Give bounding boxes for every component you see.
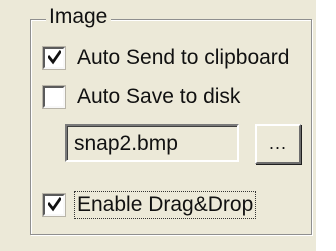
browse-button[interactable]: ...	[255, 124, 301, 164]
right-margin	[316, 0, 336, 251]
auto-send-option[interactable]: Auto Send to clipboard	[43, 43, 289, 73]
file-name-value: snap2.bmp	[74, 132, 178, 155]
auto-save-label: Auto Save to disk	[77, 85, 241, 108]
file-name-field[interactable]: snap2.bmp	[65, 124, 239, 162]
image-group-title: Image	[46, 4, 112, 29]
checkmark-icon	[48, 197, 61, 212]
auto-send-label: Auto Send to clipboard	[77, 46, 290, 69]
auto-send-checkbox[interactable]	[43, 47, 65, 69]
browse-button-label: ...	[268, 133, 287, 153]
auto-save-option[interactable]: Auto Save to disk	[43, 82, 240, 112]
drag-drop-option[interactable]: Enable Drag&Drop	[43, 190, 257, 220]
drag-drop-checkbox[interactable]	[43, 194, 65, 216]
image-options-panel: Image Auto Send to clipboard Auto Save t…	[0, 0, 336, 251]
drag-drop-label: Enable Drag&Drop	[74, 191, 257, 219]
checkmark-icon	[48, 50, 61, 65]
auto-save-checkbox[interactable]	[43, 86, 65, 108]
